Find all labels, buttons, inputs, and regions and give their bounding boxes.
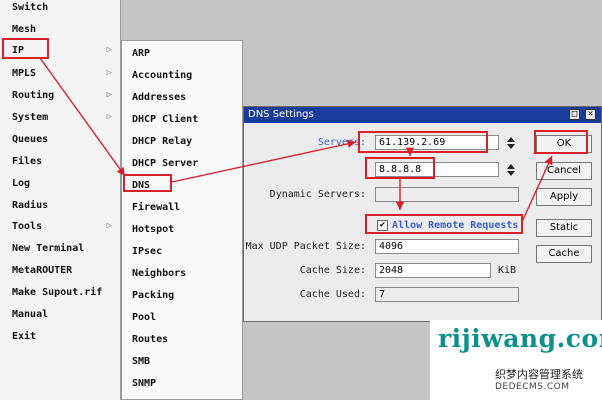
watermark-main-text: rijiwang.com xyxy=(438,324,602,353)
arrow-allow-to-ok xyxy=(521,155,553,223)
watermark: rijiwang.com 织梦内容管理系统 DEDECMS.COM xyxy=(430,320,602,400)
watermark-cn-text: 织梦内容管理系统 xyxy=(495,368,583,381)
arrow-dns-to-servers xyxy=(171,139,357,183)
arrow-ip-to-dns xyxy=(39,57,126,177)
watermark-sub-text: DEDECMS.COM xyxy=(495,382,570,392)
